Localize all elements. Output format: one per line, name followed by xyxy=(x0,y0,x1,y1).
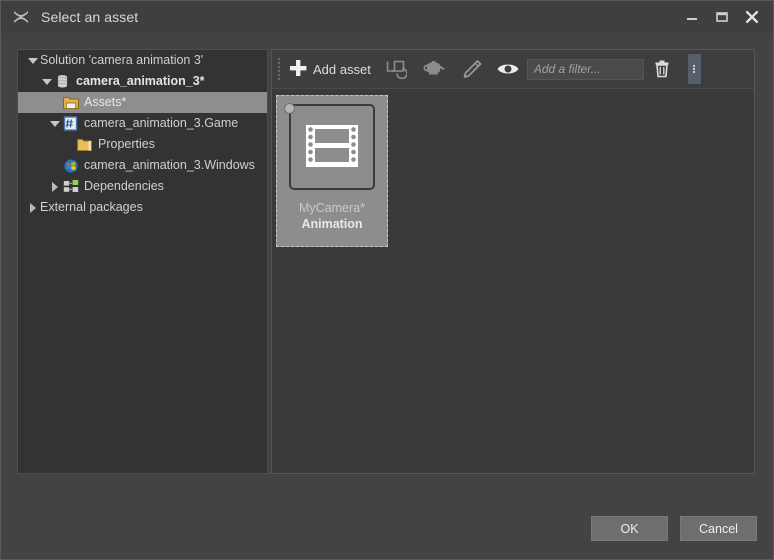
filter-input[interactable] xyxy=(527,59,644,80)
expander-open-icon[interactable] xyxy=(40,71,54,92)
asset-status-dot xyxy=(284,103,295,114)
trash-icon[interactable] xyxy=(644,53,680,85)
tree-item-game-project[interactable]: camera_animation_3.Game xyxy=(18,113,267,134)
select-asset-dialog: Select an asset Solution 'camera animati… xyxy=(0,0,774,560)
teapot-icon[interactable] xyxy=(415,53,453,85)
asset-grid[interactable]: MyCamera* Animation xyxy=(272,89,754,247)
plus-icon xyxy=(288,58,308,81)
tree-item-label: camera_animation_3* xyxy=(76,71,205,92)
more-options-icon xyxy=(689,62,699,76)
pencil-icon[interactable] xyxy=(453,53,491,85)
asset-name-label: MyCamera* xyxy=(299,201,365,215)
expander-open-icon[interactable] xyxy=(48,113,62,134)
dependencies-icon xyxy=(62,178,79,195)
tree-item-solution[interactable]: Solution 'camera animation 3' xyxy=(18,50,267,71)
tree-item-external-packages[interactable]: External packages xyxy=(18,197,267,218)
asset-browser-panel: Add asset xyxy=(271,49,755,474)
tree-item-label: camera_animation_3.Game xyxy=(84,113,238,134)
dialog-footer: OK Cancel xyxy=(591,516,757,541)
asset-thumbnail xyxy=(289,104,375,190)
expander-closed-icon[interactable] xyxy=(26,197,40,218)
solution-explorer-tree[interactable]: Solution 'camera animation 3' camera_ani… xyxy=(17,49,268,474)
tree-item-label: Properties xyxy=(98,134,155,155)
expander-open-icon[interactable] xyxy=(26,50,40,71)
minimize-button[interactable] xyxy=(677,2,707,32)
asset-toolbar: Add asset xyxy=(272,50,754,89)
stride-x-logo-icon xyxy=(10,6,32,28)
toolbar-grip-handle[interactable] xyxy=(275,56,282,82)
tree-item-label: Assets* xyxy=(84,92,126,113)
maximize-button[interactable] xyxy=(707,2,737,32)
import-asset-icon[interactable] xyxy=(377,53,415,85)
window-title: Select an asset xyxy=(41,9,677,25)
film-strip-icon xyxy=(305,124,359,171)
package-icon xyxy=(54,73,71,90)
ok-button[interactable]: OK xyxy=(591,516,668,541)
tree-item-assets[interactable]: Assets* xyxy=(18,92,267,113)
tree-item-windows-project[interactable]: camera_animation_3.Windows xyxy=(18,155,267,176)
asset-type-label: Animation xyxy=(301,217,362,231)
cancel-button[interactable]: Cancel xyxy=(680,516,757,541)
add-asset-button[interactable]: Add asset xyxy=(284,54,377,84)
windows-icon xyxy=(62,157,79,174)
eye-icon[interactable] xyxy=(491,53,525,85)
close-button[interactable] xyxy=(737,2,767,32)
expander-closed-icon[interactable] xyxy=(48,176,62,197)
title-bar: Select an asset xyxy=(1,1,773,33)
tree-item-label: camera_animation_3.Windows xyxy=(84,155,255,176)
tree-item-camera-animation-3[interactable]: camera_animation_3* xyxy=(18,71,267,92)
tree-item-properties[interactable]: Properties xyxy=(18,134,267,155)
csharp-project-icon xyxy=(62,115,79,132)
asset-card-mycamera[interactable]: MyCamera* Animation xyxy=(276,95,388,247)
folder-icon xyxy=(76,136,93,153)
more-options-button[interactable] xyxy=(688,54,701,84)
tree-item-label: Solution 'camera animation 3' xyxy=(40,50,203,71)
tree-item-label: External packages xyxy=(40,197,143,218)
tree-item-dependencies[interactable]: Dependencies xyxy=(18,176,267,197)
add-asset-label: Add asset xyxy=(313,62,371,77)
tree-item-label: Dependencies xyxy=(84,176,164,197)
folder-open-icon xyxy=(62,94,79,111)
